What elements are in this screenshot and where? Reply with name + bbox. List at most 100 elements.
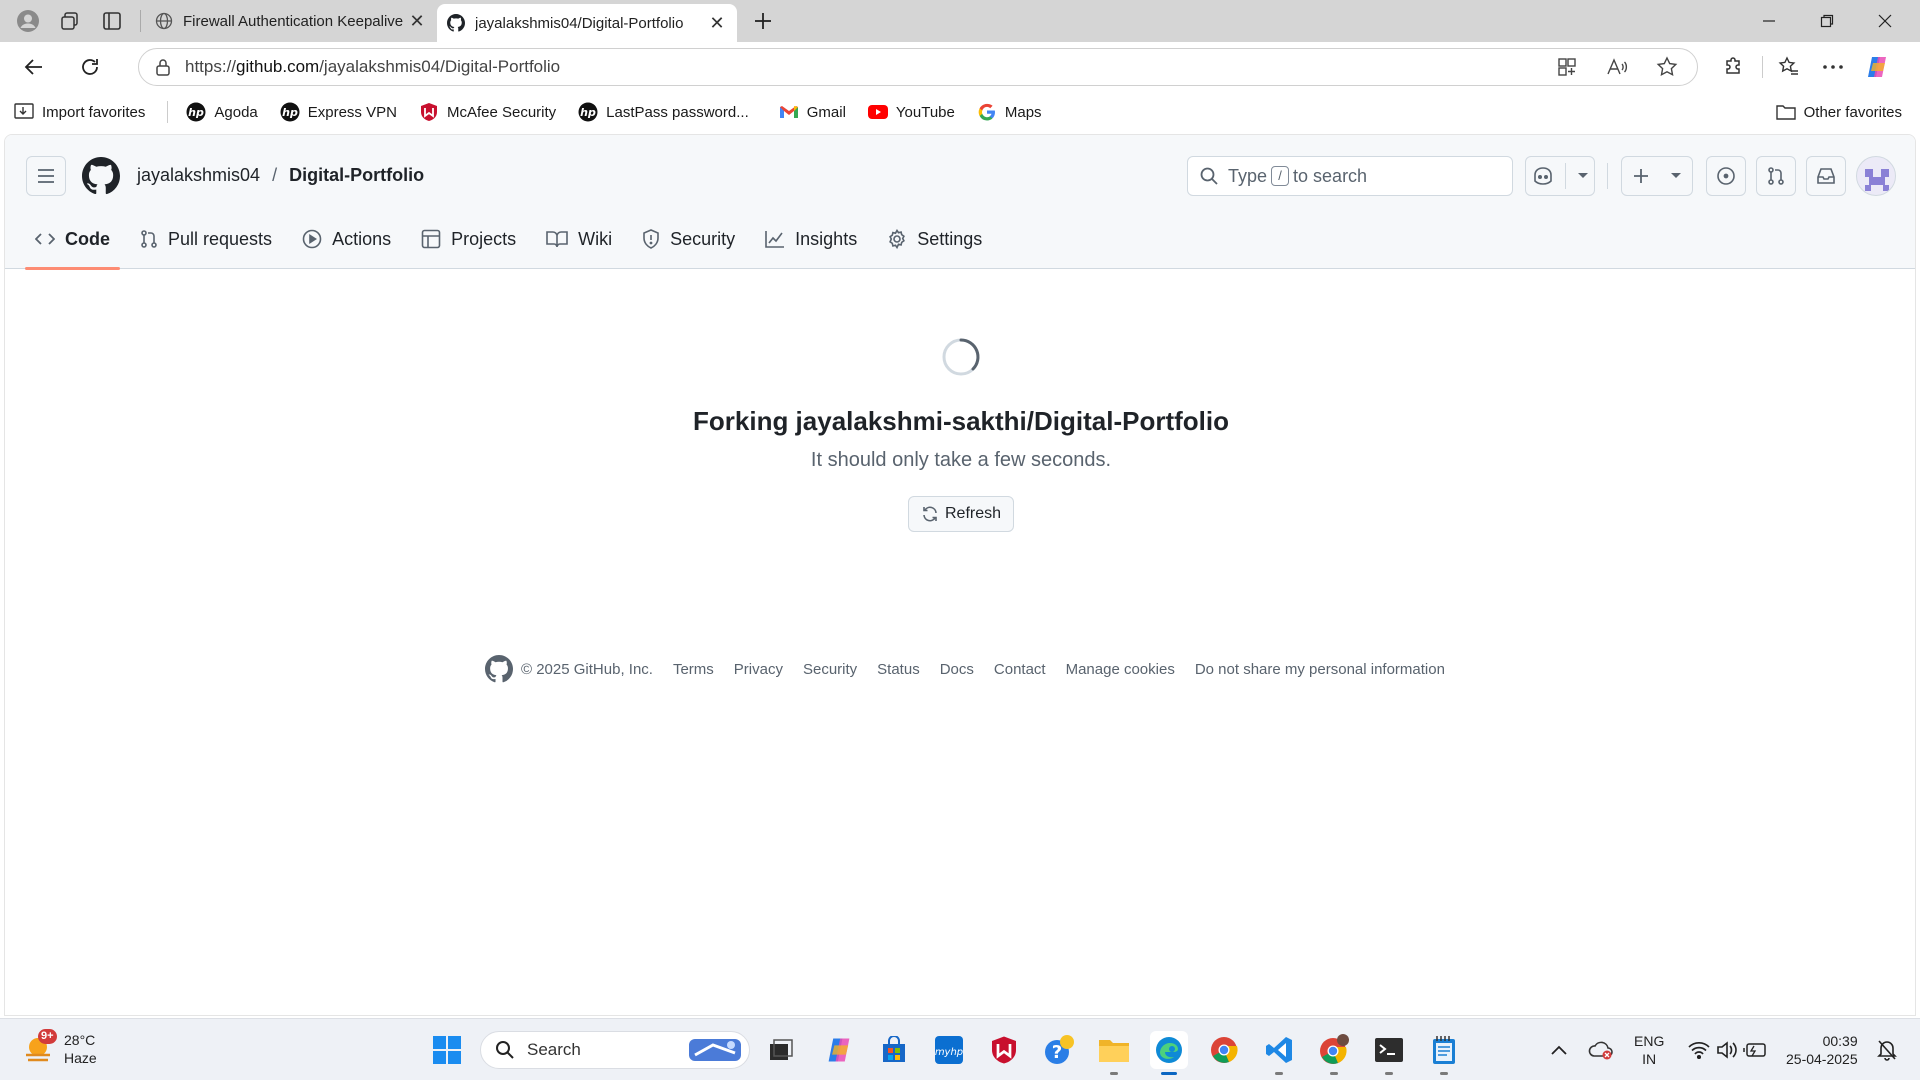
issues-button[interactable]	[1706, 156, 1746, 196]
clock[interactable]: 00:39 25-04-2025	[1786, 1032, 1858, 1068]
tab-actions[interactable]: Actions	[292, 209, 401, 269]
footer-link-manage-cookies[interactable]: Manage cookies	[1066, 661, 1175, 678]
weather-haze-icon: 9+	[22, 1029, 58, 1067]
tab-firewall[interactable]: Firewall Authentication Keepalive ✕	[145, 3, 437, 39]
favorites-icon[interactable]	[1771, 49, 1807, 85]
chrome-profile-icon[interactable]	[1315, 1031, 1353, 1075]
tab-github[interactable]: jayalakshmis04/Digital-Portfolio ✕	[437, 4, 737, 42]
weather-widget[interactable]: 9+ 28°C Haze	[22, 1029, 97, 1067]
footer-link-terms[interactable]: Terms	[673, 661, 714, 678]
favorite-agoda[interactable]: hp Agoda	[186, 102, 258, 122]
chrome-icon[interactable]	[1205, 1031, 1243, 1069]
wifi-icon[interactable]	[1684, 1031, 1714, 1069]
start-icon[interactable]	[428, 1031, 466, 1069]
breadcrumb-separator: /	[272, 165, 278, 185]
notification-bell-icon[interactable]	[1872, 1031, 1902, 1069]
file-explorer-icon[interactable]	[1095, 1031, 1133, 1075]
tab-settings[interactable]: Settings	[877, 209, 992, 269]
profile-icon[interactable]	[10, 3, 46, 39]
gmail-icon	[779, 102, 799, 122]
repo-name-link[interactable]: Digital-Portfolio	[289, 165, 424, 186]
close-tab-icon[interactable]: ✕	[707, 13, 727, 33]
footer-link-status[interactable]: Status	[877, 661, 920, 678]
favorite-import[interactable]: Import favorites	[14, 102, 145, 122]
favorite-maps[interactable]: Maps	[977, 102, 1042, 122]
app-available-icon[interactable]	[1549, 49, 1585, 85]
vscode-icon[interactable]	[1260, 1031, 1298, 1075]
volume-icon[interactable]	[1712, 1031, 1742, 1069]
tab-label: Projects	[451, 228, 517, 249]
tab-insights[interactable]: Insights	[755, 209, 867, 269]
code-icon	[35, 231, 55, 247]
tab-security[interactable]: Security	[632, 209, 745, 269]
vertical-tabs-icon[interactable]	[94, 3, 130, 39]
restore-icon[interactable]	[1798, 0, 1856, 42]
url-text[interactable]: https://github.com/jayalakshmis04/Digita…	[185, 57, 1535, 77]
tab-wiki[interactable]: Wiki	[536, 209, 622, 269]
workspaces-icon[interactable]	[52, 3, 88, 39]
close-tab-icon[interactable]: ✕	[407, 11, 427, 31]
favorite-express-vpn[interactable]: hp Express VPN	[280, 102, 397, 122]
copilot-icon	[1533, 167, 1552, 185]
search-placeholder-prefix: Type	[1228, 165, 1268, 186]
more-options-icon[interactable]	[1815, 49, 1851, 85]
tab-label: Settings	[917, 228, 983, 249]
task-view-icon[interactable]	[762, 1031, 800, 1069]
reload-icon[interactable]	[70, 47, 110, 87]
inbox-button[interactable]	[1806, 156, 1846, 196]
lock-icon[interactable]	[155, 58, 171, 76]
onedrive-icon[interactable]	[1584, 1031, 1618, 1069]
myhp-icon[interactable]: myhp	[930, 1031, 968, 1069]
language-indicator[interactable]: ENG IN	[1634, 1032, 1664, 1068]
terminal-icon[interactable]	[1370, 1031, 1408, 1075]
favorite-gmail[interactable]: Gmail	[779, 102, 846, 122]
url-bar[interactable]: https://github.com/jayalakshmis04/Digita…	[138, 48, 1698, 86]
avatar[interactable]	[1856, 156, 1896, 196]
create-new-button[interactable]	[1621, 156, 1693, 196]
region-code: IN	[1642, 1051, 1657, 1067]
notepad-icon[interactable]	[1425, 1031, 1463, 1075]
footer-link-contact[interactable]: Contact	[994, 661, 1046, 678]
menu-button[interactable]	[26, 156, 66, 196]
battery-icon[interactable]	[1740, 1031, 1770, 1069]
copilot-app-icon[interactable]	[820, 1031, 858, 1069]
copilot-button[interactable]	[1525, 156, 1595, 196]
other-favorites[interactable]: Other favorites	[1775, 102, 1902, 122]
favorite-lastpass[interactable]: hp LastPass password...	[578, 102, 749, 122]
minimize-icon[interactable]	[1740, 0, 1798, 42]
svg-text:hp: hp	[282, 106, 298, 119]
extensions-icon[interactable]	[1716, 49, 1752, 85]
store-icon[interactable]	[875, 1031, 913, 1069]
footer-link-privacy[interactable]: Privacy	[734, 661, 783, 678]
chevron-down-icon	[1670, 173, 1681, 178]
chevron-up-icon[interactable]	[1544, 1031, 1574, 1069]
read-aloud-icon[interactable]	[1599, 49, 1635, 85]
tab-pull-requests[interactable]: Pull requests	[130, 209, 282, 269]
running-indicator	[1330, 1072, 1338, 1075]
mcafee-app-icon[interactable]	[985, 1031, 1023, 1069]
back-icon[interactable]	[14, 47, 54, 87]
pull-requests-button[interactable]	[1756, 156, 1796, 196]
favorite-youtube[interactable]: YouTube	[867, 102, 955, 122]
footer-link-do-not-share[interactable]: Do not share my personal information	[1195, 661, 1445, 678]
refresh-button[interactable]: Refresh	[908, 496, 1014, 532]
help-icon[interactable]: ?	[1040, 1031, 1078, 1069]
footer-link-security[interactable]: Security	[803, 661, 857, 678]
repo-nav: Code Pull requests Actions Projects Wiki…	[25, 205, 1002, 270]
favorite-mcafee[interactable]: McAfee Security	[419, 102, 556, 122]
favorite-star-icon[interactable]	[1649, 49, 1685, 85]
tab-code[interactable]: Code	[25, 209, 120, 270]
taskbar-search[interactable]: Search	[480, 1031, 750, 1069]
chevron-down-icon	[1577, 173, 1588, 178]
running-indicator	[1385, 1072, 1393, 1075]
github-mark-icon[interactable]	[485, 655, 513, 683]
tab-projects[interactable]: Projects	[411, 209, 526, 269]
repo-owner-link[interactable]: jayalakshmis04	[137, 165, 260, 186]
edge-icon[interactable]	[1150, 1031, 1188, 1075]
new-tab-icon[interactable]	[745, 3, 781, 39]
close-window-icon[interactable]	[1856, 0, 1914, 42]
github-logo-icon[interactable]	[82, 157, 120, 195]
footer-link-docs[interactable]: Docs	[940, 661, 974, 678]
search-input[interactable]: Type / to search	[1187, 156, 1513, 196]
copilot-icon[interactable]	[1859, 49, 1895, 85]
